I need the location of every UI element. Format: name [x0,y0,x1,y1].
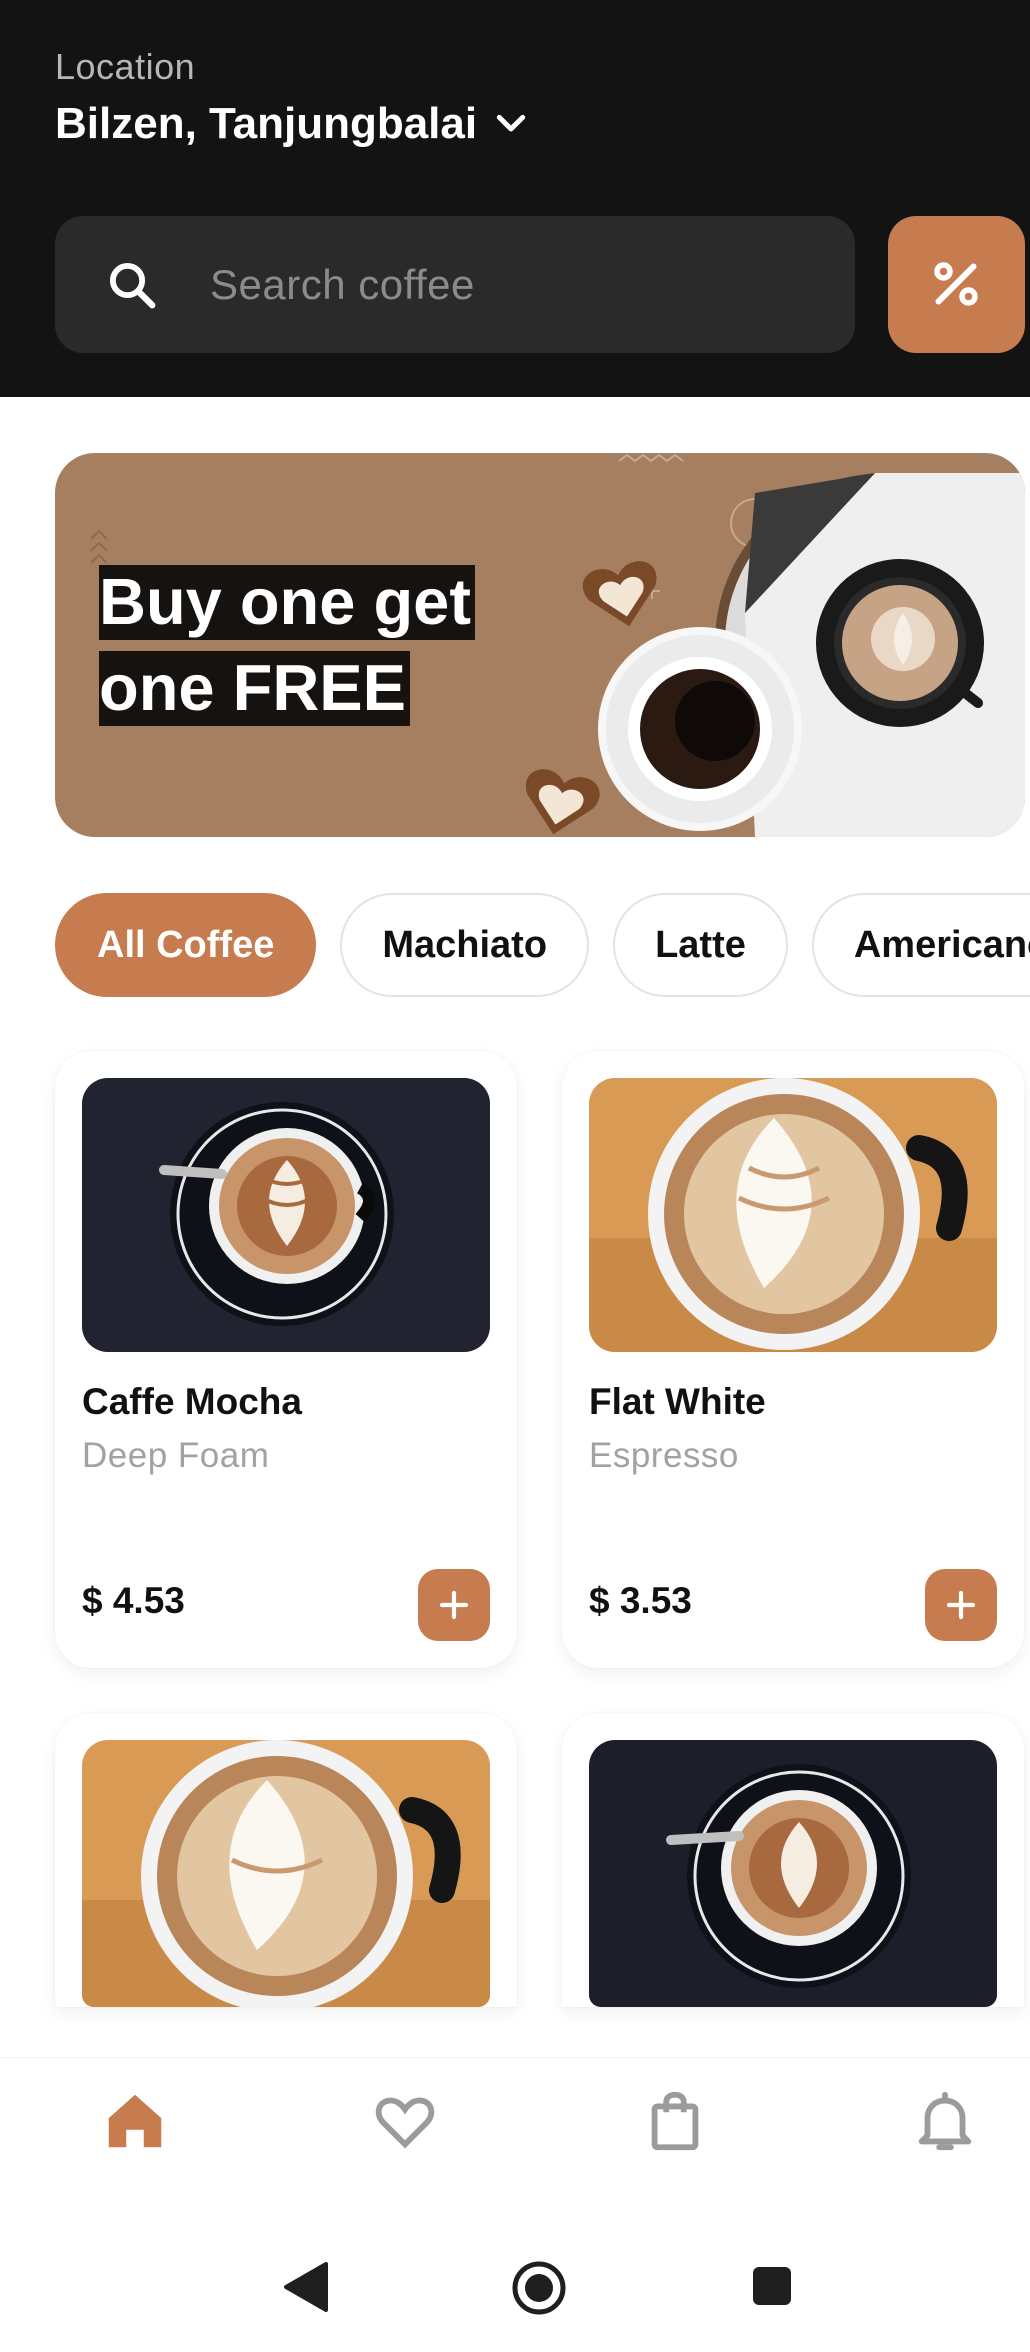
heart-icon[interactable] [370,2086,440,2156]
product-card[interactable]: Flat White Espresso $ 3.53 [562,1051,1024,1668]
location-label: Location [55,46,196,87]
tab-machiato[interactable]: Machiato [340,893,590,997]
add-to-cart-button[interactable] [418,1569,490,1641]
product-card[interactable] [562,1713,1024,2007]
product-name: Flat White [589,1381,766,1422]
bag-icon[interactable] [640,2086,710,2156]
plus-icon [439,1590,469,1620]
percent-icon [934,262,978,306]
discount-filter-button[interactable] [888,216,1025,353]
promo-banner[interactable]: Buy one get one FREE [55,453,1025,837]
header: Location Bilzen, Tanjungbalai Search cof… [0,0,1030,397]
product-image [589,1078,997,1352]
recents-icon[interactable] [751,2265,793,2307]
plus-icon [946,1590,976,1620]
product-card[interactable]: Caffe Mocha Deep Foam $ 4.53 [55,1051,517,1668]
product-subtitle: Deep Foam [82,1436,270,1475]
product-image [82,1078,490,1352]
back-icon[interactable] [280,2260,330,2314]
promo-line-1: Buy one get [99,565,475,640]
app-screen: Location Bilzen, Tanjungbalai Search cof… [0,0,1030,2352]
tab-americano[interactable]: Americano [811,893,1030,997]
promo-line-2: one FREE [99,651,410,726]
add-to-cart-button[interactable] [925,1569,997,1641]
bottom-navigation [0,2057,1030,2352]
product-card[interactable] [55,1713,517,2007]
location-selector[interactable]: Bilzen, Tanjungbalai [55,99,531,149]
tab-latte[interactable]: Latte [613,893,788,997]
product-price: $ 3.53 [589,1580,692,1621]
product-image [589,1740,997,2007]
product-price: $ 4.53 [82,1580,185,1621]
home-system-icon[interactable] [510,2259,568,2317]
product-subtitle: Espresso [589,1436,739,1475]
location-value: Bilzen, Tanjungbalai [55,99,478,148]
search-placeholder: Search coffee [210,261,475,308]
bell-icon[interactable] [910,2086,980,2156]
tab-all-coffee[interactable]: All Coffee [55,893,317,997]
search-icon [109,262,156,309]
product-name: Caffe Mocha [82,1381,302,1422]
promo-title: Buy one get one FREE [99,559,475,731]
chevron-down-icon [496,114,526,132]
category-tabs: All Coffee Machiato Latte Americano [55,893,1030,997]
home-icon[interactable] [100,2086,170,2156]
search-input[interactable]: Search coffee [55,216,855,353]
product-image [82,1740,490,2007]
